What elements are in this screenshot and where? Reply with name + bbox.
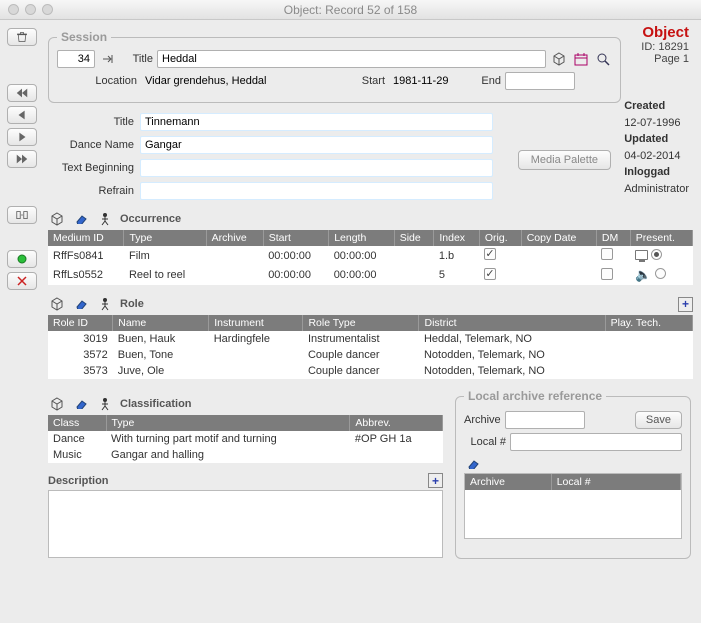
class-eraser-icon[interactable] — [72, 395, 90, 413]
description-legend: Description — [48, 475, 109, 487]
occurrence-section: Occurrence Medium IDTypeArchiveStartLeng… — [48, 210, 693, 285]
present-radio[interactable] — [651, 249, 662, 260]
trash-button[interactable] — [7, 28, 37, 46]
local-archive-fieldset: Local archive reference Archive Save Loc… — [455, 389, 691, 559]
session-end-input[interactable] — [505, 72, 575, 90]
localref-archive-input[interactable] — [505, 411, 585, 429]
calendar-icon[interactable] — [572, 50, 590, 68]
nav-next-button[interactable] — [7, 128, 37, 146]
table-row[interactable]: RffLs0552Reel to reel00:00:0000:00:005🔈 — [48, 265, 693, 285]
role-eraser-icon[interactable] — [72, 295, 90, 313]
inloggad-label: Inloggad — [624, 164, 689, 181]
goto-icon[interactable] — [99, 50, 117, 68]
object-page-value: 1 — [683, 53, 689, 65]
created-label: Created — [624, 98, 689, 115]
role-legend: Role — [120, 298, 144, 310]
table-row[interactable]: 3019Buen, HaukHardingfeleInstrumentalist… — [48, 331, 693, 347]
role-dance-icon[interactable] — [96, 295, 114, 313]
object-id-value: 18291 — [658, 41, 689, 53]
session-start-value — [389, 72, 471, 90]
speaker-icon: 🔈 — [635, 267, 651, 282]
occurrence-legend: Occurrence — [120, 213, 181, 225]
description-section: Description + — [48, 473, 443, 558]
present-radio[interactable] — [655, 268, 666, 279]
description-add-button[interactable]: + — [428, 473, 443, 488]
green-circle-button[interactable] — [7, 250, 37, 268]
delete-row-button[interactable] — [7, 272, 37, 290]
session-start-label: Start — [345, 75, 385, 87]
monitor-icon — [635, 250, 648, 260]
dm-checkbox[interactable] — [601, 268, 613, 280]
object-form: Title Dance Name Text Beginning Refrain — [48, 113, 493, 200]
orig-checkbox[interactable] — [484, 248, 496, 260]
nav-prev-button[interactable] — [7, 106, 37, 124]
session-legend: Session — [57, 30, 111, 44]
description-textarea[interactable] — [48, 490, 443, 558]
dance-name-input[interactable] — [140, 136, 493, 154]
role-table: Role IDNameInstrumentRole TypeDistrictPl… — [48, 315, 693, 379]
object-header: Object ID: 18291 Page 1 — [641, 24, 689, 65]
meta-panel: Created 12-07-1996 Updated 04-02-2014 In… — [624, 98, 689, 197]
updated-label: Updated — [624, 131, 689, 148]
role-cube-icon[interactable] — [48, 295, 66, 313]
window-title: Object: Record 52 of 158 — [0, 3, 701, 17]
classification-section: Classification ClassTypeAbbrev.DanceWith… — [48, 395, 443, 463]
localref-save-button[interactable]: Save — [635, 411, 682, 429]
table-row[interactable]: DanceWith turning part motif and turning… — [48, 431, 443, 447]
localref-archive-label: Archive — [464, 414, 501, 426]
occ-dance-icon[interactable] — [96, 210, 114, 228]
media-palette-button[interactable]: Media Palette — [518, 150, 611, 170]
session-number-input[interactable] — [57, 50, 95, 68]
created-value: 12-07-1996 — [624, 117, 680, 129]
occ-cube-icon[interactable] — [48, 210, 66, 228]
localref-legend: Local archive reference — [464, 389, 606, 403]
window-titlebar: Object: Record 52 of 158 — [0, 0, 701, 20]
orig-checkbox[interactable] — [484, 268, 496, 280]
classification-table: ClassTypeAbbrev.DanceWith turning part m… — [48, 415, 443, 463]
classification-legend: Classification — [120, 398, 192, 410]
refrain-input[interactable] — [140, 182, 493, 200]
main-panel: Object ID: 18291 Page 1 Created 12-07-19… — [44, 20, 701, 623]
title-label: Title — [48, 116, 140, 128]
localref-eraser-icon[interactable] — [464, 455, 482, 473]
session-title-input[interactable] — [157, 50, 546, 68]
title-input[interactable] — [140, 113, 493, 131]
class-dance-icon[interactable] — [96, 395, 114, 413]
role-add-button[interactable]: + — [678, 297, 693, 312]
expand-button[interactable] — [7, 206, 37, 224]
nav-first-button[interactable] — [7, 84, 37, 102]
table-row[interactable]: MusicGangar and halling — [48, 447, 443, 463]
inloggad-value: Administrator — [624, 183, 689, 195]
session-location-value — [141, 72, 341, 90]
object-page-label: Page — [654, 53, 680, 65]
role-section: Role + Role IDNameInstrumentRole TypeDis… — [48, 295, 693, 379]
occurrence-table: Medium IDTypeArchiveStartLengthSideIndex… — [48, 230, 693, 285]
session-title-label: Title — [121, 53, 153, 65]
magnifier-icon[interactable] — [594, 50, 612, 68]
cube-icon[interactable] — [550, 50, 568, 68]
session-fieldset: Session Title Location — [48, 30, 621, 103]
dance-name-label: Dance Name — [48, 139, 140, 151]
session-end-label: End — [475, 75, 501, 87]
left-toolbar — [0, 20, 44, 623]
refrain-label: Refrain — [48, 185, 140, 197]
occ-eraser-icon[interactable] — [72, 210, 90, 228]
text-beginning-label: Text Beginning — [48, 162, 140, 174]
dm-checkbox[interactable] — [601, 248, 613, 260]
text-beginning-input[interactable] — [140, 159, 493, 177]
localref-table: ArchiveLocal # — [464, 473, 682, 539]
table-row[interactable]: 3572Buen, ToneCouple dancerNotodden, Tel… — [48, 347, 693, 363]
updated-value: 04-02-2014 — [624, 150, 680, 162]
localref-local-label: Local # — [464, 436, 506, 448]
class-cube-icon[interactable] — [48, 395, 66, 413]
table-row[interactable]: RffFs0841Film00:00:0000:00:001.b — [48, 246, 693, 265]
table-row[interactable]: 3573Juve, OleCouple dancerNotodden, Tele… — [48, 363, 693, 379]
object-id-label: ID: — [641, 41, 655, 53]
session-location-label: Location — [57, 75, 137, 87]
nav-last-button[interactable] — [7, 150, 37, 168]
object-title: Object — [641, 24, 689, 41]
localref-local-input[interactable] — [510, 433, 682, 451]
